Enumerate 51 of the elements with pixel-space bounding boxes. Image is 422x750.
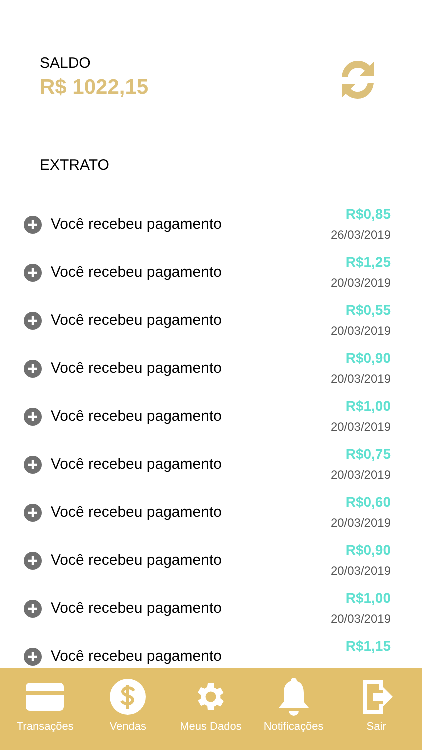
tab-item[interactable]: Notificações xyxy=(252,678,335,734)
transaction-date: 20/03/2019 xyxy=(330,419,391,435)
dollar-icon xyxy=(110,679,146,715)
tab-item[interactable]: Sair xyxy=(336,678,418,734)
plus-icon xyxy=(24,264,42,282)
transaction-amount: R$0,85 xyxy=(346,205,391,224)
transaction-amount: R$1,00 xyxy=(346,589,391,608)
plus-icon xyxy=(24,648,42,666)
plus-icon xyxy=(24,456,42,474)
transaction-amount: R$0,60 xyxy=(346,493,391,512)
plus-icon xyxy=(24,360,42,378)
transaction-amount: R$1,25 xyxy=(346,253,391,272)
plus-icon xyxy=(24,600,42,618)
transaction-date: 20/03/2019 xyxy=(330,515,391,531)
transaction-description: Você recebeu pagamento xyxy=(51,647,222,667)
transaction-amount: R$1,15 xyxy=(346,637,391,656)
plus-icon xyxy=(24,552,42,570)
transaction-amount: R$0,75 xyxy=(346,445,391,464)
balance-amount: R$ 1022,15 xyxy=(40,75,149,101)
balance-label: SALDO xyxy=(40,54,92,74)
transaction-date: 20/03/2019 xyxy=(330,467,391,483)
transaction-description: Você recebeu pagamento xyxy=(51,599,222,619)
statement-title: EXTRATO xyxy=(39,156,110,176)
transaction-description: Você recebeu pagamento xyxy=(51,503,222,523)
transaction-description: Você recebeu pagamento xyxy=(51,311,222,331)
transaction-description: Você recebeu pagamento xyxy=(51,551,222,571)
bell-icon xyxy=(278,678,310,716)
transaction-amount: R$0,90 xyxy=(346,541,391,560)
exit-icon xyxy=(360,678,393,716)
transaction-amount: R$0,55 xyxy=(346,301,391,320)
transaction-date: 20/03/2019 xyxy=(330,563,391,579)
card-icon xyxy=(26,683,64,711)
transaction-date: 20/03/2019 xyxy=(330,371,391,387)
transaction-description: Você recebeu pagamento xyxy=(51,215,222,235)
tab-item[interactable]: Vendas xyxy=(87,678,170,734)
plus-icon xyxy=(24,408,42,426)
transaction-description: Você recebeu pagamento xyxy=(51,407,222,427)
tab-item[interactable]: Transações xyxy=(4,678,86,734)
transaction-date: 20/03/2019 xyxy=(330,323,391,339)
transaction-date: 26/03/2019 xyxy=(330,227,391,243)
transaction-description: Você recebeu pagamento xyxy=(51,455,222,475)
plus-icon xyxy=(24,216,42,234)
plus-icon xyxy=(24,504,42,522)
plus-icon xyxy=(24,312,42,330)
transaction-description: Você recebeu pagamento xyxy=(51,359,222,379)
transaction-amount: R$0,90 xyxy=(346,349,391,368)
transaction-description: Você recebeu pagamento xyxy=(51,263,222,283)
transaction-date: 20/03/2019 xyxy=(330,275,391,291)
transaction-date: 20/03/2019 xyxy=(330,611,391,627)
tab-item[interactable]: Meus Dados xyxy=(170,678,252,734)
transaction-amount: R$1,00 xyxy=(346,397,391,416)
